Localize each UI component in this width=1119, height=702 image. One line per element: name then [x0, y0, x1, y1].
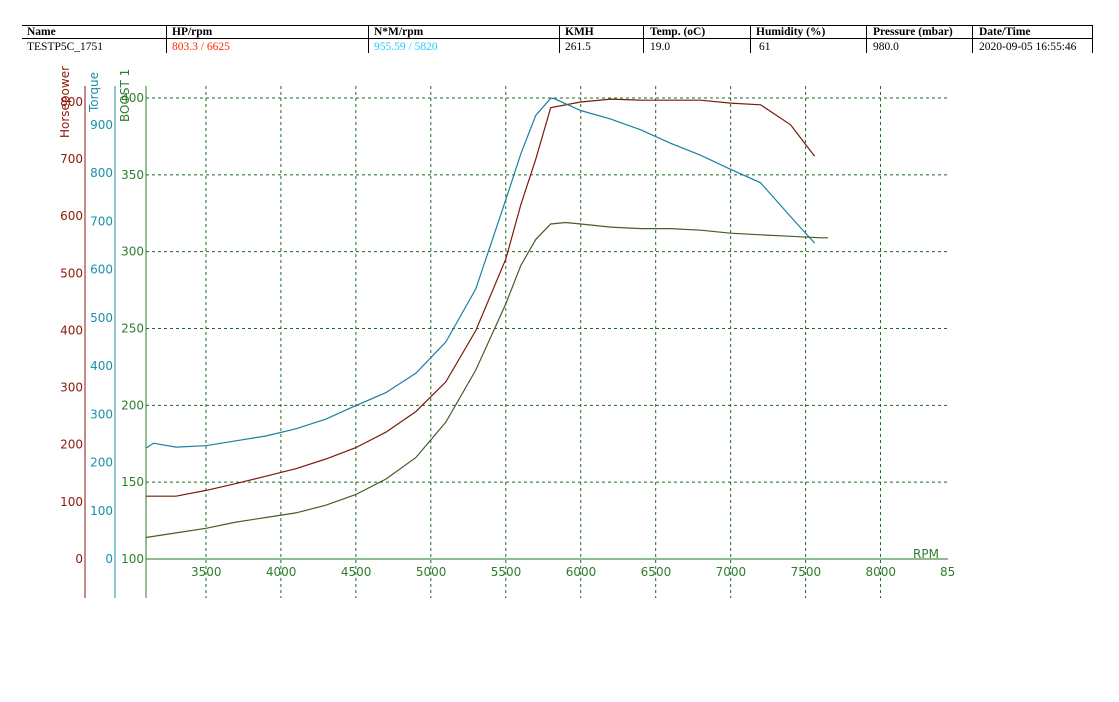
hp-tick-label: 0	[75, 552, 83, 566]
torque-tick-label: 500	[90, 311, 113, 325]
torque-tick-label: 400	[90, 359, 113, 373]
torque-tick-label: 100	[90, 504, 113, 518]
hp-tick-label: 700	[60, 152, 83, 166]
x-tick-label: 5000	[416, 565, 447, 579]
x-tick-label: 6500	[641, 565, 672, 579]
torque-axis-title: Torque	[87, 72, 101, 113]
x-axis-label: RPM	[913, 547, 939, 561]
x-tick-label: 85	[940, 565, 955, 579]
boost-axis-title: BOOST 1	[118, 69, 132, 122]
boost-curve	[145, 221, 829, 539]
x-tick-label: 4000	[266, 565, 297, 579]
torque-tick-label: 600	[90, 263, 113, 277]
boost-tick-label: 350	[121, 168, 144, 182]
hp-tick-label: 600	[60, 209, 83, 223]
torque-tick-label: 200	[90, 456, 113, 470]
hp-tick-label: 100	[60, 495, 83, 509]
x-tick-label: 7000	[716, 565, 747, 579]
torque-tick-label: 300	[90, 407, 113, 421]
x-tick-label: 8000	[866, 565, 897, 579]
boost-tick-label: 200	[121, 398, 144, 412]
hp-axis-title: Horsepower	[58, 66, 72, 138]
x-tick-label: 7500	[791, 565, 822, 579]
x-tick-label: 6000	[566, 565, 597, 579]
hp-tick-label: 400	[60, 323, 83, 337]
hp-tick-label: 300	[60, 381, 83, 395]
x-tick-label: 5500	[491, 565, 522, 579]
hp-tick-label: 500	[60, 266, 83, 280]
torque-curve	[145, 97, 816, 449]
boost-tick-label: 150	[121, 475, 144, 489]
boost-tick-label: 300	[121, 245, 144, 259]
boost-tick-label: 100	[121, 552, 144, 566]
torque-tick-label: 0	[105, 552, 113, 566]
x-tick-label: 3500	[191, 565, 222, 579]
hp-tick-label: 200	[60, 438, 83, 452]
dyno-chart: 3500 4000 4500 5000 5500 6000 6500 7000 7500 8000…	[58, 66, 955, 598]
boost-tick-label: 250	[121, 322, 144, 336]
horsepower-curve	[146, 98, 816, 497]
torque-tick-label: 700	[90, 214, 113, 228]
torque-tick-label: 900	[90, 118, 113, 132]
torque-tick-label: 800	[90, 166, 113, 180]
x-tick-label: 4500	[341, 565, 372, 579]
